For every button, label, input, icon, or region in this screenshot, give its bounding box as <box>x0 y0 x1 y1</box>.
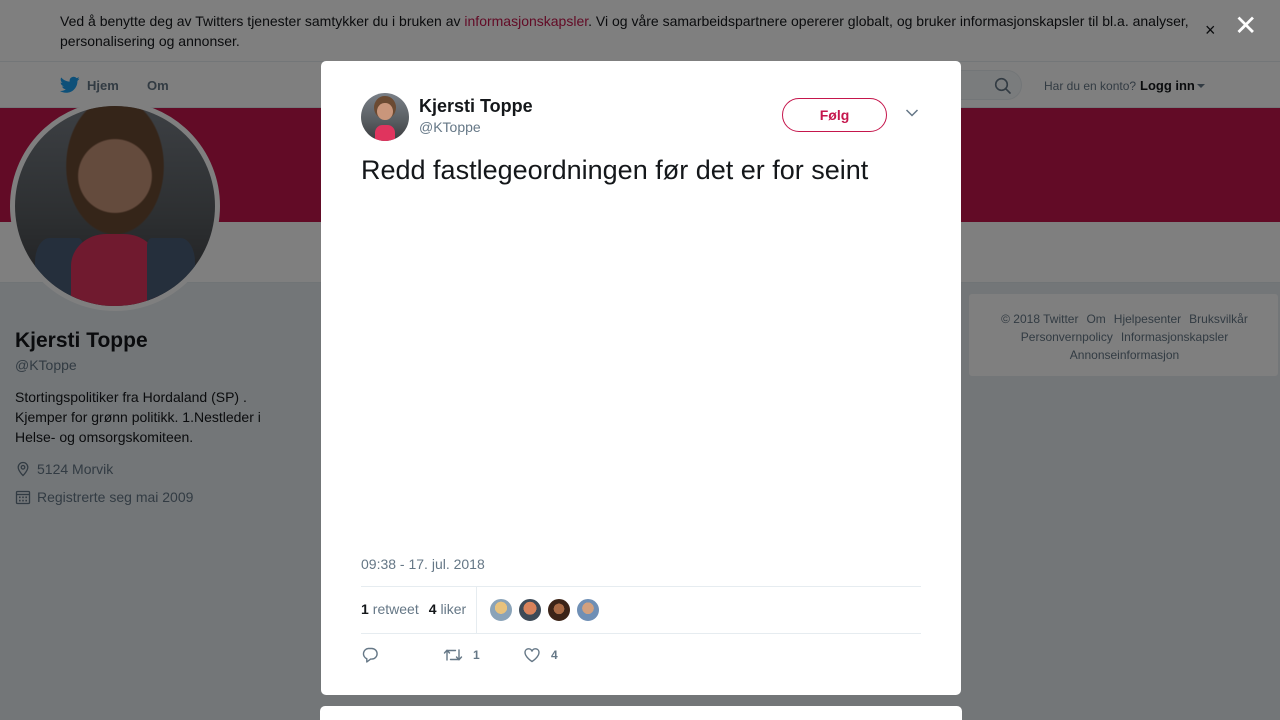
liker-avatar[interactable] <box>576 598 600 622</box>
liker-avatar[interactable] <box>489 598 513 622</box>
tweet-text: Redd fastlegeordningen før det er for se… <box>361 155 869 185</box>
liker-avatar[interactable] <box>547 598 571 622</box>
tweet-author-handle[interactable]: @KToppe <box>419 119 481 135</box>
next-modal-edge <box>320 706 962 720</box>
divider <box>361 586 921 587</box>
chevron-down-icon[interactable] <box>905 108 919 118</box>
retweet-stat[interactable]: 1 retweet <box>361 601 419 617</box>
tweet-author-avatar[interactable] <box>361 93 409 141</box>
retweet-stat-count: 1 <box>361 601 369 617</box>
like-stat-count: 4 <box>428 601 437 617</box>
tweet-timestamp[interactable]: 09:38 - 17. jul. 2018 <box>361 556 485 572</box>
divider <box>361 633 921 634</box>
like-stat-label: liker <box>440 601 467 617</box>
close-icon[interactable]: ✕ <box>1234 12 1257 40</box>
heart-icon <box>524 648 540 663</box>
retweet-stat-label: retweet <box>372 601 419 617</box>
follow-button[interactable]: Følg <box>782 98 887 132</box>
tweet-author-name[interactable]: Kjersti Toppe <box>419 96 533 117</box>
reply-icon <box>362 647 378 663</box>
retweet-button[interactable]: 1 <box>443 645 523 665</box>
retweet-icon <box>443 649 463 661</box>
tweet-actions: 1 4 <box>361 645 558 665</box>
tweet-stats: 1 retweet 4 liker <box>361 601 476 617</box>
like-stat[interactable]: 4 liker <box>429 601 466 617</box>
tweet-modal: Kjersti Toppe @KToppe Følg Redd fastlege… <box>321 61 961 695</box>
like-button[interactable]: 4 <box>523 645 558 665</box>
retweet-count: 1 <box>473 648 480 662</box>
stats-separator <box>476 587 477 633</box>
reply-button[interactable] <box>361 645 443 665</box>
likers-avatars <box>489 598 600 622</box>
liker-avatar[interactable] <box>518 598 542 622</box>
like-count: 4 <box>551 648 558 662</box>
